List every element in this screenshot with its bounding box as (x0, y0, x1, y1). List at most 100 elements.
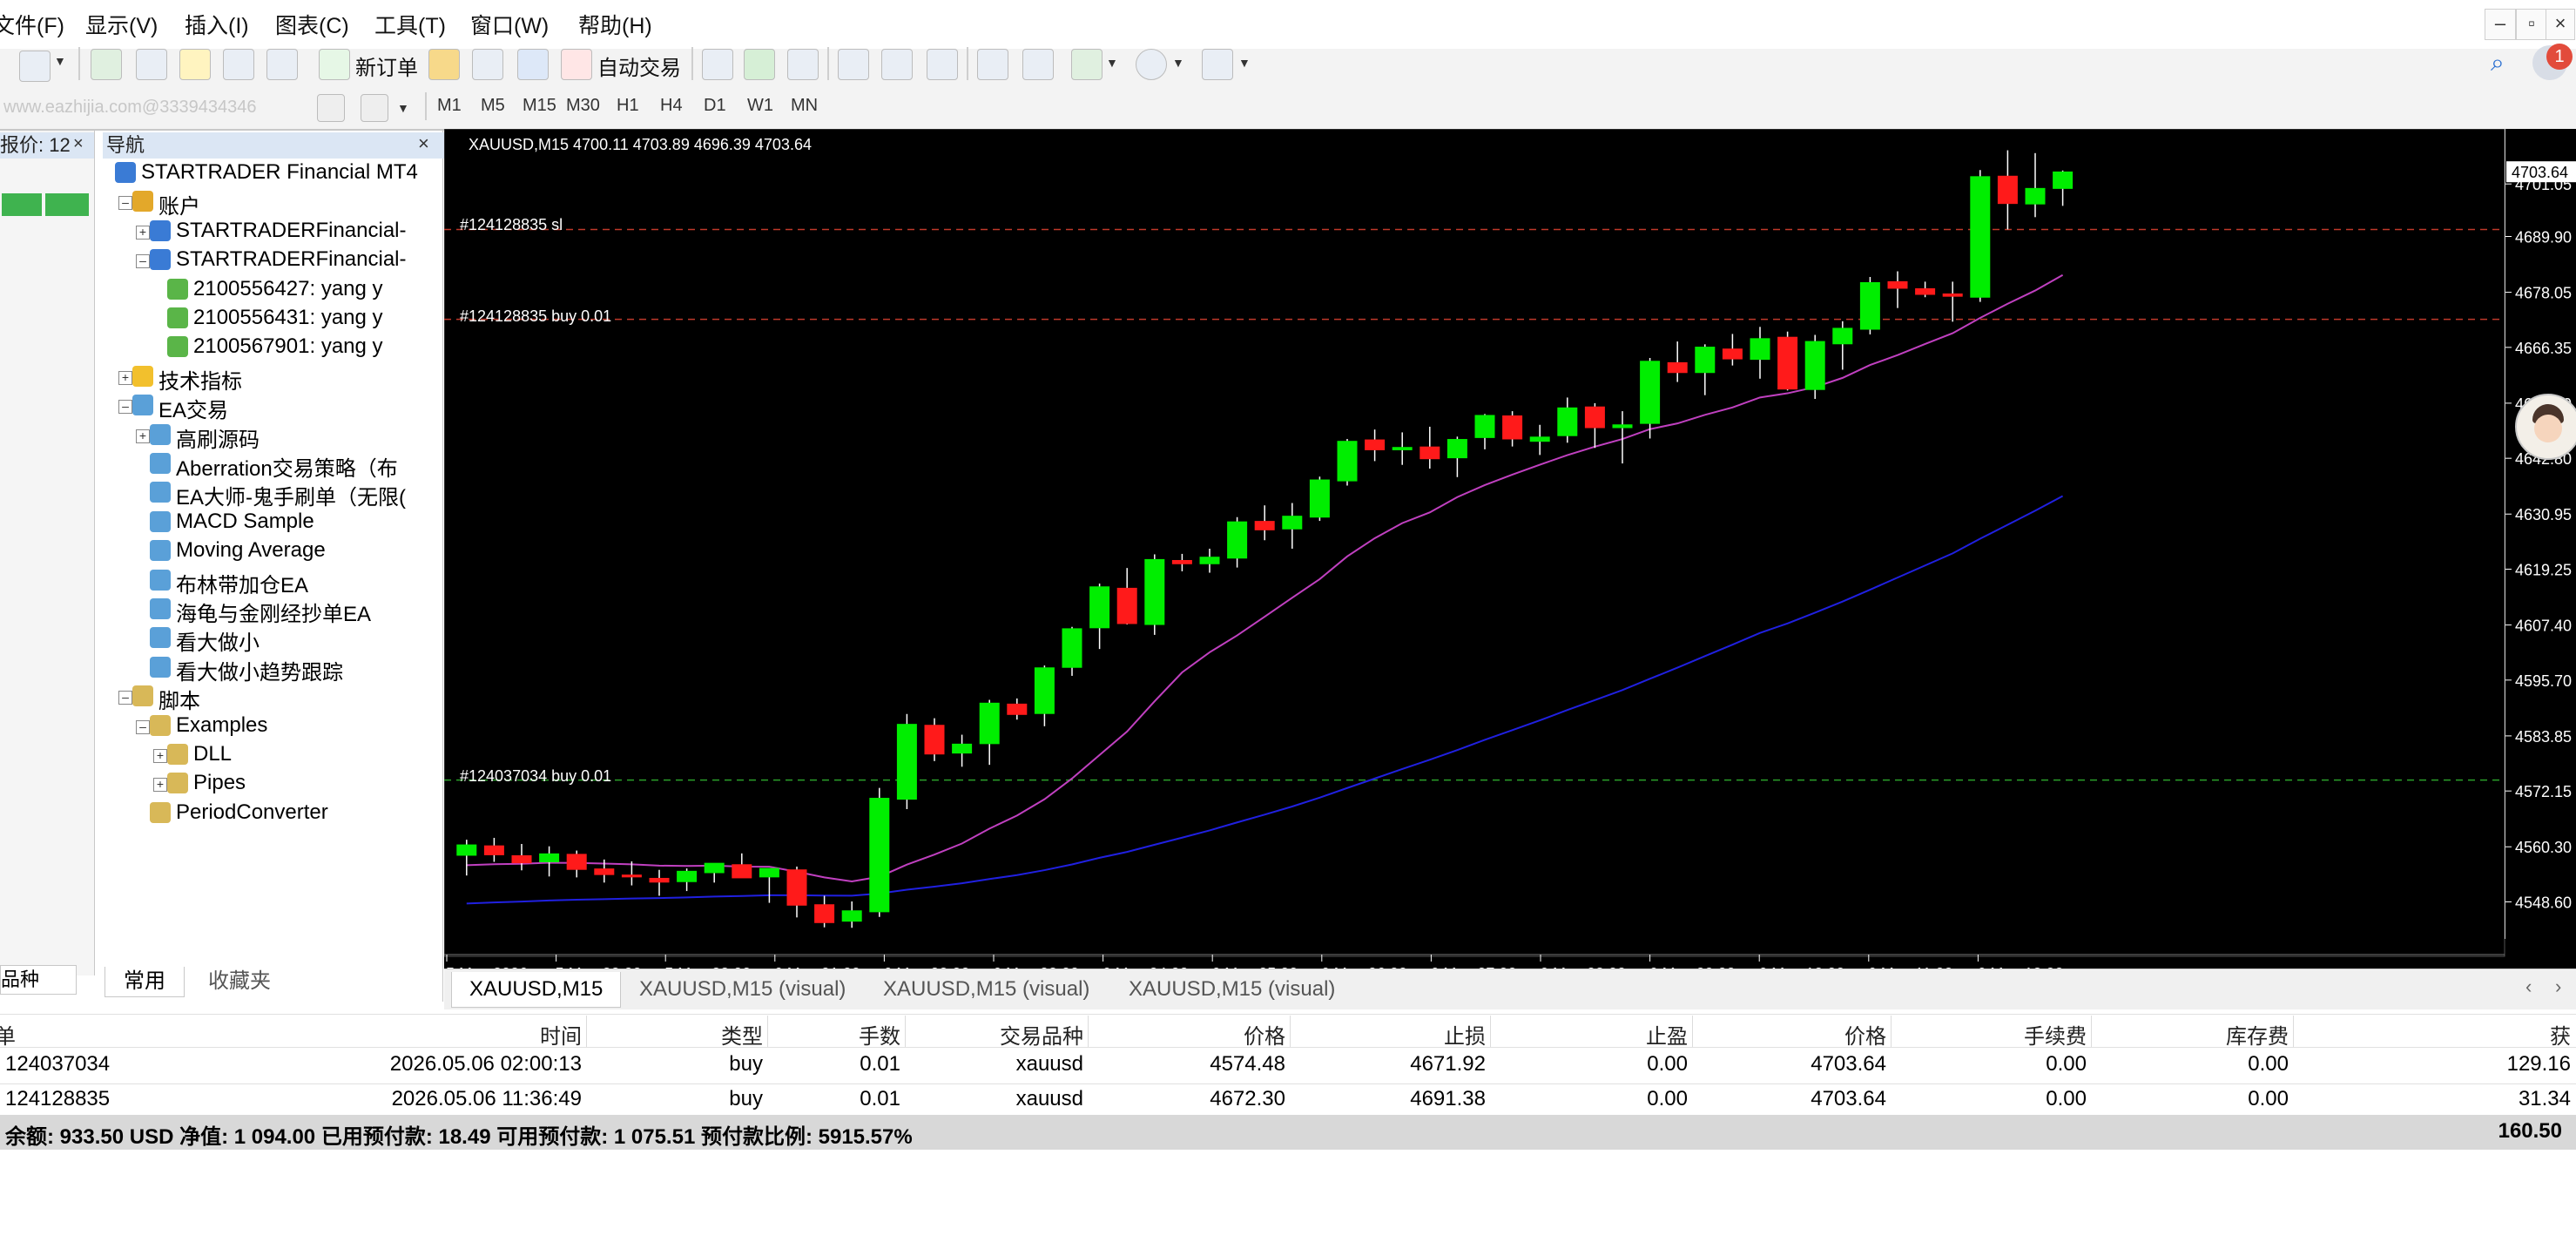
menu-tools[interactable]: 工具(T) (374, 9, 446, 40)
navigator-item[interactable]: Aberration交易策略（布 (176, 451, 398, 482)
navigator-item[interactable]: STARTRADER Financial MT4 (141, 160, 418, 185)
expand-toggle-icon[interactable]: – (136, 719, 150, 734)
column-header[interactable]: 止损 (1444, 1019, 1486, 1050)
tab-xauusd-visual-1[interactable]: XAUUSD,M15 (visual) (622, 972, 863, 1007)
tab-xauusd-visual-2[interactable]: XAUUSD,M15 (visual) (866, 972, 1107, 1007)
star-icon[interactable] (179, 49, 211, 80)
navigator-item[interactable]: DLL (193, 742, 232, 766)
tab-xauusd-visual-3[interactable]: XAUUSD,M15 (visual) (1111, 972, 1352, 1007)
navigator-item[interactable]: MACD Sample (176, 510, 314, 534)
dropdown-arrow-icon[interactable]: ▼ (397, 101, 409, 115)
minimize-button[interactable]: – (2485, 9, 2516, 40)
timeframe-m5[interactable]: M5 (481, 96, 505, 116)
dropdown-arrow-icon[interactable]: ▼ (1106, 56, 1118, 70)
navigator-item[interactable]: EA交易 (158, 393, 228, 423)
timeframe-m1[interactable]: M1 (437, 96, 462, 116)
search-icon[interactable]: ⌕ (2491, 49, 2505, 78)
timeframe-w1[interactable]: W1 (747, 96, 773, 116)
navigator-item[interactable]: STARTRADERFinancial- (176, 219, 407, 243)
periods-icon[interactable] (1136, 49, 1167, 80)
expand-toggle-icon[interactable]: + (118, 370, 132, 385)
line-chart-icon[interactable] (787, 49, 819, 80)
avatar[interactable] (2515, 394, 2576, 460)
navigator-item[interactable]: 2100567901: yang y (193, 334, 383, 359)
dropdown-arrow-icon[interactable]: ▼ (1238, 56, 1251, 70)
arrows-tool-icon[interactable] (361, 94, 388, 122)
column-header[interactable]: 库存费 (2226, 1019, 2289, 1050)
market-watch-icon[interactable] (223, 49, 254, 80)
restore-button[interactable]: ▫ (2516, 9, 2547, 40)
expand-toggle-icon[interactable]: – (136, 254, 150, 269)
navigator-item[interactable]: Examples (176, 713, 267, 738)
data-window-icon[interactable] (266, 49, 298, 80)
signals-icon[interactable] (517, 49, 549, 80)
column-header[interactable]: 单 (0, 1019, 16, 1050)
menu-view[interactable]: 显示(V) (85, 9, 158, 40)
text-tool-icon[interactable] (317, 94, 345, 122)
expand-toggle-icon[interactable]: + (153, 749, 167, 763)
navigator-item[interactable]: 高刷源码 (176, 422, 260, 453)
chevron-right-icon[interactable]: › (2555, 975, 2561, 998)
menu-insert[interactable]: 插入(I) (185, 9, 249, 40)
navigator-item[interactable]: 2100556427: yang y (193, 277, 383, 301)
menu-window[interactable]: 窗口(W) (470, 9, 549, 40)
timeframe-m30[interactable]: M30 (566, 96, 600, 116)
navigator-item[interactable]: 海龟与金刚经抄单EA (176, 597, 371, 627)
navigator-item[interactable]: 账户 (158, 189, 200, 219)
new-order-button[interactable]: 新订单 (355, 51, 418, 81)
navigator-item[interactable]: 脚本 (158, 684, 200, 714)
menu-charts[interactable]: 图表(C) (275, 9, 349, 40)
auto-scroll-icon[interactable] (977, 49, 1008, 80)
close-icon[interactable]: × (73, 134, 84, 154)
expand-toggle-icon[interactable]: + (136, 225, 150, 240)
navigator-item[interactable]: STARTRADERFinancial- (176, 247, 407, 272)
dropdown-arrow-icon[interactable]: ▼ (1172, 56, 1184, 70)
templates-icon[interactable] (1202, 49, 1233, 80)
column-header[interactable]: 价格 (1844, 1019, 1886, 1050)
expand-toggle-icon[interactable]: – (118, 691, 132, 705)
navigator-item[interactable]: EA大师-鬼手刷单（无限( (176, 480, 406, 510)
column-header[interactable]: 获 (2550, 1019, 2571, 1050)
indicators-icon[interactable] (1071, 49, 1103, 80)
timeframe-h1[interactable]: H1 (617, 96, 639, 116)
navigator-item[interactable]: PeriodConverter (176, 800, 328, 825)
terminal-icon[interactable] (472, 49, 503, 80)
column-header[interactable]: 手数 (859, 1019, 900, 1050)
crosshair-icon[interactable] (136, 49, 167, 80)
column-header[interactable]: 止盈 (1646, 1019, 1688, 1050)
auto-trading-button[interactable]: 自动交易 (597, 51, 681, 81)
timeframe-m15[interactable]: M15 (523, 96, 556, 116)
timeframe-h4[interactable]: H4 (660, 96, 683, 116)
navigator-item[interactable]: 2100556431: yang y (193, 306, 383, 330)
expand-toggle-icon[interactable]: – (118, 400, 132, 415)
navigator-item[interactable]: 看大做小 (176, 625, 260, 656)
tile-windows-icon[interactable] (927, 49, 958, 80)
candlestick-icon[interactable] (744, 49, 775, 80)
timeframe-mn[interactable]: MN (791, 96, 818, 116)
navigator-item[interactable]: Moving Average (176, 538, 326, 563)
new-order-icon[interactable] (319, 49, 350, 80)
zoom-out-icon[interactable] (881, 49, 913, 80)
dropdown-arrow-icon[interactable]: ▼ (54, 54, 66, 68)
navigator-item[interactable]: 看大做小趋势跟踪 (176, 655, 343, 685)
tab-favorites[interactable]: 收藏夹 (192, 967, 287, 996)
menu-file[interactable]: 文件(F) (0, 9, 64, 40)
close-button[interactable]: × (2546, 9, 2575, 40)
expand-toggle-icon[interactable]: + (136, 429, 150, 443)
chart-shift-icon[interactable] (1022, 49, 1054, 80)
ask-cell[interactable] (45, 193, 89, 216)
timeframe-d1[interactable]: D1 (704, 96, 726, 116)
tab-xauusd-m15[interactable]: XAUUSD,M15 (451, 972, 622, 1008)
chevron-left-icon[interactable]: ‹ (2525, 975, 2532, 998)
navigator-item[interactable]: 技术指标 (158, 364, 242, 395)
column-header[interactable]: 手续费 (2024, 1019, 2087, 1050)
navigator-item[interactable]: Pipes (193, 771, 246, 795)
expand-toggle-icon[interactable]: + (153, 778, 167, 793)
close-icon[interactable]: × (418, 132, 429, 155)
tab-common[interactable]: 常用 (105, 967, 185, 997)
bid-cell[interactable] (2, 193, 42, 216)
tab-symbols[interactable]: 品种 (0, 965, 77, 995)
metaeditor-icon[interactable] (428, 49, 460, 80)
navigator-item[interactable]: 布林带加仓EA (176, 568, 308, 598)
column-header[interactable]: 类型 (721, 1019, 763, 1050)
